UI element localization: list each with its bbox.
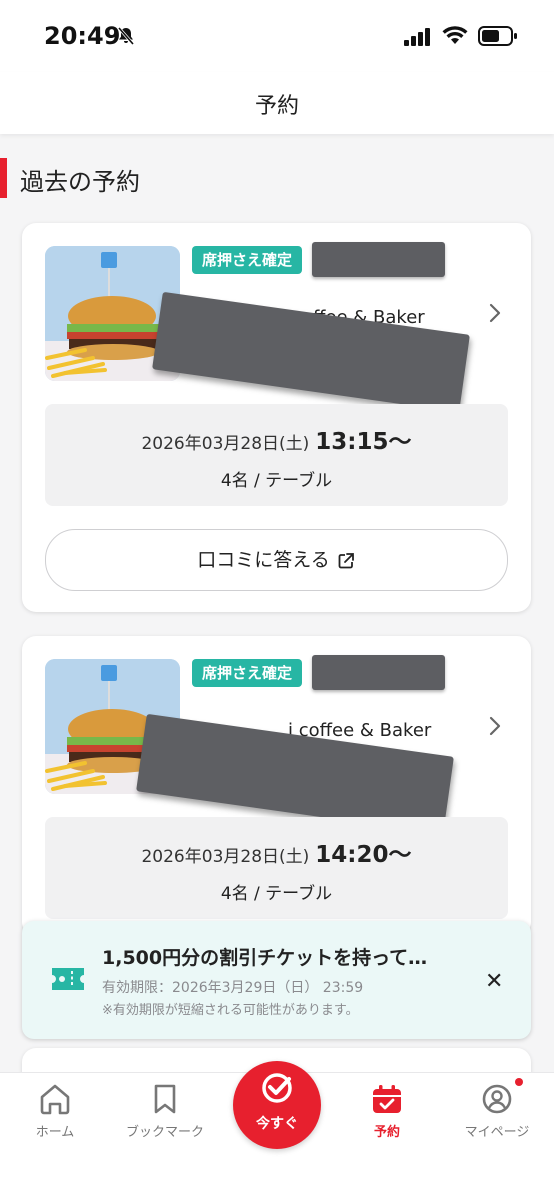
reservation-info-box: 2026年03月28日(土) 14:20〜 4名 / テーブル	[45, 817, 508, 919]
notification-dot	[515, 1078, 523, 1086]
bell-muted-icon	[116, 26, 136, 50]
now-button-label: 今すぐ	[256, 1116, 298, 1132]
chevron-right-icon[interactable]	[488, 716, 502, 740]
user-circle-icon	[442, 1083, 552, 1119]
navigation-bar: 予約	[0, 72, 554, 134]
section-accent-bar	[0, 158, 7, 198]
reservation-date: 2026年03月28日(土)	[141, 847, 310, 867]
now-button[interactable]: 今すぐ	[233, 1061, 321, 1149]
tab-bookmark[interactable]: ブックマーク	[110, 1073, 220, 1153]
reservation-info-box: 2026年03月28日(土) 13:15〜 4名 / テーブル	[45, 404, 508, 506]
answer-review-button[interactable]: 口コミに答える	[45, 529, 508, 591]
section-header: 過去の予約	[0, 156, 554, 200]
reservation-party: 4名 / テーブル	[220, 471, 333, 491]
coupon-title: 1,500円分の割引チケットを持って…	[102, 947, 428, 969]
chevron-right-icon[interactable]	[488, 303, 502, 327]
coupon-banner[interactable]: 1,500円分の割引チケットを持って… 有効期限：2026年3月29日（日） 2…	[22, 921, 531, 1039]
reservation-date: 2026年03月28日(土)	[141, 434, 310, 454]
wifi-icon	[442, 25, 468, 49]
cellular-signal-icon	[404, 28, 432, 50]
bookmark-icon	[110, 1083, 220, 1119]
status-bar: 20:49	[0, 0, 554, 72]
ticket-icon	[50, 966, 86, 996]
tab-mypage-label: マイページ	[464, 1125, 530, 1140]
section-title: 過去の予約	[20, 168, 140, 196]
reservation-datetime: 2026年03月28日(土) 13:15〜	[45, 422, 508, 456]
answer-review-label: 口コミに答える	[197, 549, 330, 571]
reservation-datetime: 2026年03月28日(土) 14:20〜	[45, 835, 508, 869]
page-title: 予約	[254, 94, 299, 119]
reservation-card[interactable]: 席押さえ確定 offee & Baker 2026年03月28日(土) 13:15…	[22, 223, 531, 612]
tab-bookmark-label: ブックマーク	[125, 1125, 204, 1140]
battery-icon	[478, 26, 518, 50]
tab-bar: ホーム ブックマーク 今すぐ 予約 マイページ	[0, 1061, 554, 1201]
tab-reservations-label: 予約	[373, 1125, 400, 1140]
tab-mypage[interactable]: マイページ	[442, 1073, 552, 1153]
reservation-time: 14:20〜	[315, 842, 412, 868]
seat-confirmed-badge: 席押さえ確定	[192, 659, 303, 687]
redaction-block	[312, 655, 445, 690]
reservation-time: 13:15〜	[315, 429, 412, 455]
coupon-note: ※有効期限が短縮される可能性があります。	[102, 1003, 359, 1018]
seat-confirmed-badge: 席押さえ確定	[192, 246, 303, 274]
tab-home-label: ホーム	[35, 1125, 75, 1140]
status-time: 20:49	[44, 22, 121, 50]
reservation-card[interactable]: 席押さえ確定 i coffee & Baker 2026年03月28日(土) 14…	[22, 636, 531, 936]
calendar-check-icon	[332, 1083, 442, 1119]
tab-reservations[interactable]: 予約	[332, 1073, 442, 1153]
tab-home[interactable]: ホーム	[0, 1073, 110, 1153]
redaction-block	[312, 242, 445, 277]
check-badge-icon	[260, 1071, 294, 1113]
reservation-party: 4名 / テーブル	[220, 884, 333, 904]
close-icon[interactable]: ✕	[485, 969, 503, 994]
home-icon	[0, 1083, 110, 1119]
coupon-expiry: 有効期限：2026年3月29日（日） 23:59	[102, 980, 364, 996]
external-link-icon	[338, 552, 354, 568]
